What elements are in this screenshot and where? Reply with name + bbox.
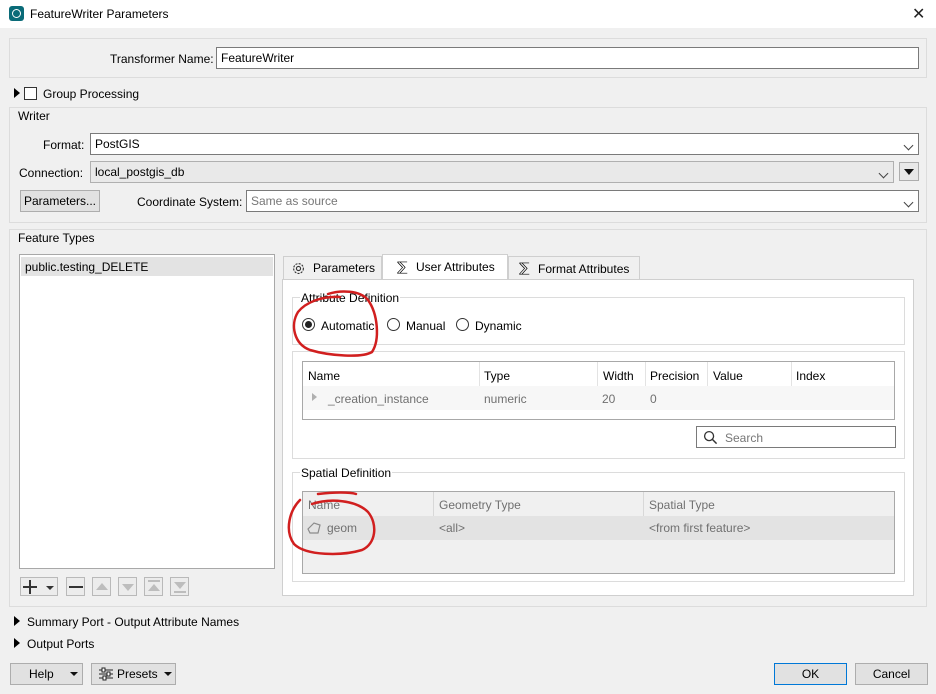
ok-button[interactable]: OK: [774, 663, 847, 685]
chevron-down-icon: [70, 672, 78, 676]
chevron-down-icon: [164, 672, 172, 676]
presets-button[interactable]: Presets: [91, 663, 176, 685]
help-button[interactable]: Help: [10, 663, 83, 685]
sliders-icon: [99, 667, 113, 681]
summary-port-label[interactable]: Summary Port - Output Attribute Names: [27, 615, 239, 629]
output-ports-label[interactable]: Output Ports: [27, 637, 94, 651]
summary-port-expand-icon[interactable]: [14, 616, 20, 626]
output-ports-expand-icon[interactable]: [14, 638, 20, 648]
red-annotation-marks: [287, 290, 379, 556]
help-button-label: Help: [29, 667, 54, 681]
presets-button-label: Presets: [117, 667, 158, 681]
cancel-button[interactable]: Cancel: [855, 663, 928, 685]
